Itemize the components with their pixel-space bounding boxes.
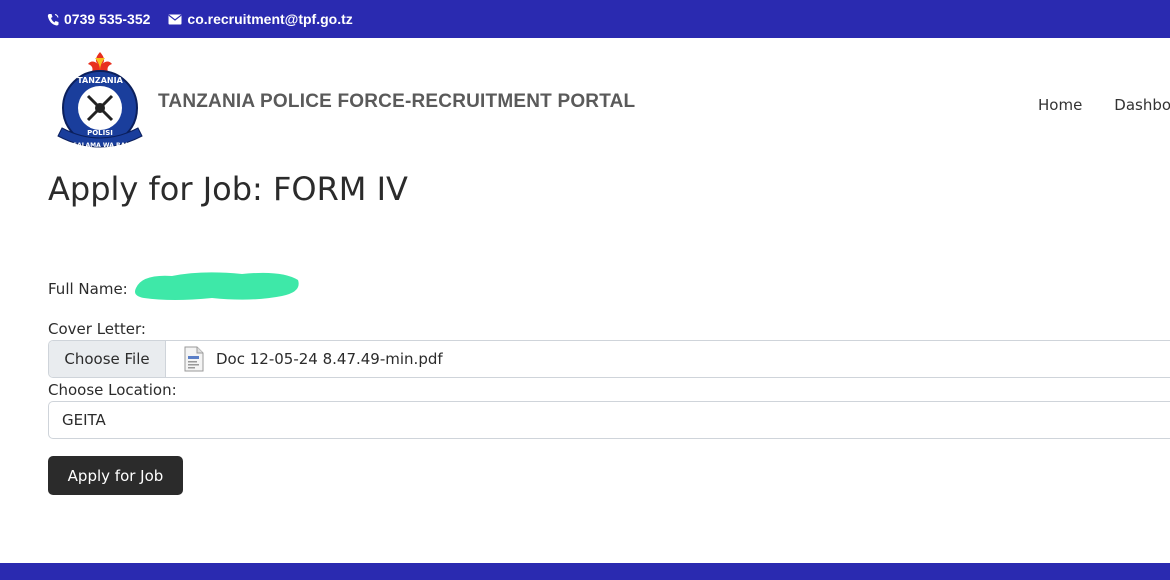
logo-text-bottom: USALAMA WA RAIA bbox=[68, 142, 133, 149]
redacted-name bbox=[135, 272, 299, 300]
top-contact-bar: 0739 535-352 co.recruitment@tpf.go.tz bbox=[0, 0, 1170, 38]
envelope-icon bbox=[168, 14, 182, 24]
selected-file-name: Doc 12-05-24 8.47.49-min.pdf bbox=[216, 350, 443, 368]
phone-contact[interactable]: 0739 535-352 bbox=[47, 11, 150, 27]
nav-home[interactable]: Home bbox=[1038, 96, 1082, 114]
email-contact[interactable]: co.recruitment@tpf.go.tz bbox=[168, 11, 353, 27]
location-selected-value: GEITA bbox=[62, 411, 106, 429]
police-logo[interactable]: TANZANIA POLISI USALAMA WA RAIA bbox=[48, 50, 152, 154]
apply-for-job-button[interactable]: Apply for Job bbox=[48, 456, 183, 495]
nav-dashboard[interactable]: Dashbo bbox=[1114, 96, 1170, 114]
cover-letter-file-input[interactable]: Choose File Doc 12-05-24 8.47.49-min.pdf bbox=[48, 340, 1170, 378]
phone-number: 0739 535-352 bbox=[64, 11, 151, 27]
cover-letter-label: Cover Letter: bbox=[48, 320, 146, 338]
footer-bar bbox=[0, 563, 1170, 580]
full-name-label: Full Name: bbox=[48, 280, 128, 298]
email-address: co.recruitment@tpf.go.tz bbox=[187, 11, 353, 27]
location-select[interactable]: GEITA bbox=[48, 401, 1170, 439]
phone-icon bbox=[47, 13, 59, 25]
pdf-file-icon bbox=[184, 346, 204, 372]
choose-file-button[interactable]: Choose File bbox=[49, 341, 166, 377]
main-nav: Home Dashbo bbox=[1038, 96, 1170, 114]
logo-text-top: TANZANIA bbox=[77, 76, 123, 85]
page-title: Apply for Job: FORM IV bbox=[48, 170, 408, 208]
portal-title: TANZANIA POLICE FORCE-RECRUITMENT PORTAL bbox=[158, 91, 636, 112]
location-label: Choose Location: bbox=[48, 381, 177, 399]
logo-text-center: POLISI bbox=[87, 129, 113, 137]
